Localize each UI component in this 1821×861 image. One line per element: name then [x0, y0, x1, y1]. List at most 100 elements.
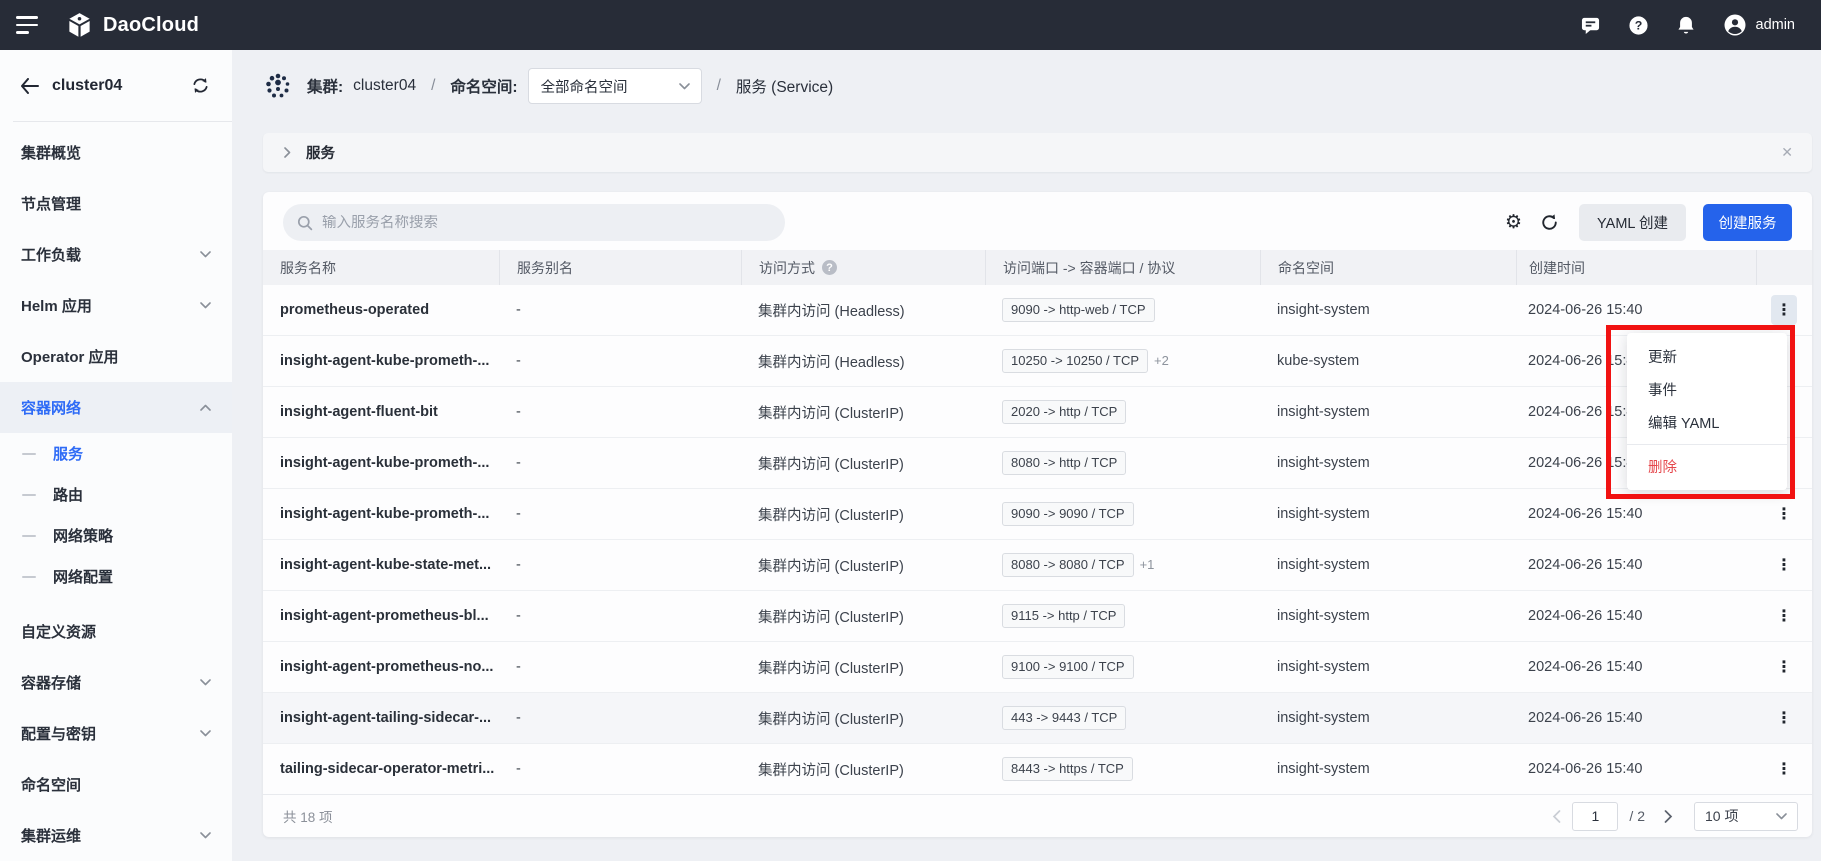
refresh-cluster-icon[interactable] — [191, 77, 210, 94]
cell-name[interactable]: insight-agent-kube-prometh-... — [263, 506, 499, 522]
cell-namespace: insight-system — [1260, 455, 1516, 471]
page-input[interactable]: 1 — [1572, 802, 1618, 831]
sidebar-item-Operator 应用[interactable]: Operator 应用 — [0, 331, 232, 382]
dash-icon — [22, 453, 36, 455]
cell-name[interactable]: insight-agent-kube-prometh-... — [263, 455, 499, 471]
sidebar: cluster04 集群概览节点管理工作负载 Helm 应用 Operator … — [0, 50, 232, 861]
namespace-label: 命名空间: — [450, 75, 517, 97]
back-arrow-icon[interactable] — [20, 78, 39, 94]
row-actions-kebab-icon[interactable]: ⋮ — [1771, 652, 1797, 682]
table-header: 服务名称服务别名访问方式?访问端口 -> 容器端口 / 协议命名空间创建时间 — [263, 250, 1812, 285]
messages-icon[interactable] — [1580, 16, 1601, 35]
cell-name[interactable]: insight-agent-fluent-bit — [263, 404, 499, 420]
sidebar-item-容器网络[interactable]: 容器网络 — [0, 382, 232, 433]
cell-namespace: kube-system — [1260, 353, 1516, 369]
sidebar-item-服务[interactable]: 服务 — [0, 433, 232, 474]
cell-ports: 8443 -> https / TCP — [985, 757, 1260, 781]
notifications-bell-icon[interactable] — [1676, 15, 1696, 36]
cell-alias: - — [499, 659, 741, 675]
cell-created: 2024-06-26 15:40 — [1516, 506, 1756, 522]
table-row: insight-agent-prometheus-bl...-集群内访问 (Cl… — [263, 591, 1812, 642]
chevron-down-icon — [200, 302, 211, 309]
settings-gear-icon[interactable]: ⚙ — [1505, 213, 1522, 232]
user-menu[interactable]: admin — [1723, 13, 1796, 37]
header-访问方式: 访问方式? — [741, 250, 985, 285]
cell-actions: ⋮ — [1756, 550, 1812, 580]
cell-name[interactable]: insight-agent-tailing-sidecar-... — [263, 710, 499, 726]
chevron-down-icon — [200, 251, 211, 258]
sidebar-item-集群运维[interactable]: 集群运维 — [0, 810, 232, 861]
table-row: insight-agent-kube-prometh-...-集群内访问 (Cl… — [263, 489, 1812, 540]
username: admin — [1756, 17, 1796, 33]
page-size-select[interactable]: 10 项 — [1694, 802, 1798, 831]
menu-hamburger-icon[interactable] — [0, 16, 52, 34]
cell-name[interactable]: prometheus-operated — [263, 302, 499, 318]
help-icon[interactable]: ? — [1628, 15, 1649, 36]
header-服务别名: 服务别名 — [499, 250, 741, 285]
cell-actions: ⋮ — [1756, 754, 1812, 784]
namespace-select[interactable]: 全部命名空间 — [528, 68, 702, 104]
context-menu-item-事件[interactable]: 事件 — [1627, 373, 1787, 406]
cell-alias: - — [499, 557, 741, 573]
prev-page-icon[interactable] — [1552, 810, 1561, 823]
row-actions-kebab-icon[interactable]: ⋮ — [1771, 550, 1797, 580]
service-panel-header[interactable]: 服务 ✕ — [263, 133, 1812, 172]
port-badge: 443 -> 9443 / TCP — [1002, 706, 1126, 730]
chevron-down-icon — [200, 832, 211, 839]
cell-name[interactable]: insight-agent-kube-state-met... — [263, 557, 499, 573]
namespace-select-value: 全部命名空间 — [541, 76, 628, 97]
cell-namespace: insight-system — [1260, 404, 1516, 420]
row-actions-kebab-icon[interactable]: ⋮ — [1771, 601, 1797, 631]
sidebar-item-节点管理[interactable]: 节点管理 — [0, 178, 232, 229]
main-content: 集群: cluster04 / 命名空间: 全部命名空间 / 服务 (Servi… — [232, 50, 1821, 861]
close-icon[interactable]: ✕ — [1781, 144, 1793, 161]
sidebar-item-label: Helm 应用 — [21, 295, 92, 316]
port-badge: 10250 -> 10250 / TCP — [1002, 349, 1148, 373]
sidebar-item-路由[interactable]: 路由 — [0, 474, 232, 515]
cell-ports: 8080 -> 8080 / TCP+1 — [985, 553, 1260, 577]
cell-name[interactable]: insight-agent-prometheus-bl... — [263, 608, 499, 624]
sidebar-item-label: 工作负载 — [21, 244, 81, 265]
row-actions-kebab-icon[interactable]: ⋮ — [1771, 703, 1797, 733]
sidebar-item-集群概览[interactable]: 集群概览 — [0, 127, 232, 178]
next-page-icon[interactable] — [1664, 810, 1673, 823]
cell-actions: ⋮ — [1756, 652, 1812, 682]
sidebar-item-自定义资源[interactable]: 自定义资源 — [0, 606, 232, 657]
service-search[interactable] — [283, 204, 785, 241]
table-row: insight-agent-kube-state-met...-集群内访问 (C… — [263, 540, 1812, 591]
page-total: / 2 — [1629, 808, 1645, 824]
port-badge: 2020 -> http / TCP — [1002, 400, 1126, 424]
cell-name[interactable]: tailing-sidecar-operator-metri... — [263, 761, 499, 777]
header-访问端口 -> 容器端口 / 协议: 访问端口 -> 容器端口 / 协议 — [985, 250, 1260, 285]
cell-created: 2024-06-26 15:40 — [1516, 557, 1756, 573]
header-actions — [1756, 250, 1812, 285]
svg-text:?: ? — [1634, 18, 1642, 32]
sidebar-item-Helm 应用[interactable]: Helm 应用 — [0, 280, 232, 331]
sidebar-item-网络配置[interactable]: 网络配置 — [0, 556, 232, 597]
cell-namespace: insight-system — [1260, 659, 1516, 675]
help-badge-icon[interactable]: ? — [822, 260, 837, 275]
breadcrumb-cluster-value[interactable]: cluster04 — [353, 77, 416, 95]
sidebar-item-命名空间[interactable]: 命名空间 — [0, 759, 232, 810]
row-actions-kebab-icon[interactable]: ⋮ — [1771, 754, 1797, 784]
cluster-label: 集群: — [307, 75, 343, 97]
search-input[interactable] — [322, 215, 771, 231]
sidebar-item-工作负载[interactable]: 工作负载 — [0, 229, 232, 280]
sidebar-item-容器存储[interactable]: 容器存储 — [0, 657, 232, 708]
context-menu-item-更新[interactable]: 更新 — [1627, 340, 1787, 373]
cell-name[interactable]: insight-agent-kube-prometh-... — [263, 353, 499, 369]
row-actions-kebab-icon[interactable]: ⋮ — [1771, 499, 1797, 529]
context-menu-item-编辑 YAML[interactable]: 编辑 YAML — [1627, 406, 1787, 439]
header-服务名称: 服务名称 — [263, 250, 499, 285]
sidebar-item-网络策略[interactable]: 网络策略 — [0, 515, 232, 556]
table-row: insight-agent-kube-prometh-...-集群内访问 (Cl… — [263, 438, 1812, 489]
yaml-create-button[interactable]: YAML 创建 — [1579, 204, 1686, 241]
cell-alias: - — [499, 608, 741, 624]
cell-name[interactable]: insight-agent-prometheus-no... — [263, 659, 499, 675]
context-menu-item-删除[interactable]: 删除 — [1627, 450, 1787, 483]
row-actions-kebab-icon[interactable]: ⋮ — [1771, 295, 1797, 325]
create-service-button[interactable]: 创建服务 — [1703, 204, 1792, 241]
sidebar-item-配置与密钥[interactable]: 配置与密钥 — [0, 708, 232, 759]
refresh-table-icon[interactable] — [1540, 213, 1559, 232]
search-icon — [297, 215, 313, 231]
